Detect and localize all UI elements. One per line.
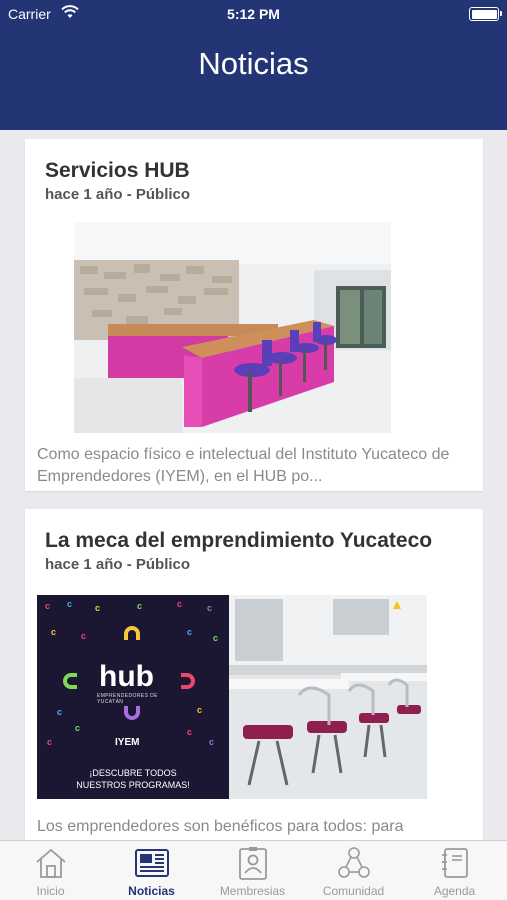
- iyem-logo: IYEM: [115, 737, 140, 748]
- newspaper-icon: [135, 849, 169, 877]
- tab-label: Noticias: [128, 884, 175, 898]
- page-title: Noticias: [198, 46, 309, 81]
- battery-icon: [469, 7, 502, 21]
- svg-text:c: c: [213, 633, 218, 643]
- svg-text:c: c: [187, 627, 192, 637]
- news-title: Servicios HUB: [45, 159, 190, 182]
- svg-text:c: c: [67, 599, 72, 609]
- tab-inicio[interactable]: Inicio: [0, 841, 101, 900]
- news-image[interactable]: cc cc cc cc cc cc cc cc hub EMPRENDEDORE…: [37, 595, 427, 799]
- news-excerpt: Los emprendedores son benéficos para tod…: [37, 818, 404, 835]
- hub-logo-subtitle: EMPRENDEDORES DE YUCATÁN: [97, 693, 158, 705]
- status-bar: Carrier 5:12 PM: [0, 0, 507, 28]
- nav-bar: Noticias: [0, 28, 507, 130]
- news-title: La meca del emprendimiento Yucateco: [45, 529, 433, 552]
- svg-text:c: c: [51, 627, 56, 637]
- community-icon: [338, 847, 370, 878]
- svg-text:c: c: [177, 599, 182, 609]
- image-cta-text: ¡DESCUBRE TODOS NUESTROS PROGRAMAS!: [76, 768, 190, 790]
- svg-text:c: c: [207, 603, 212, 613]
- news-meta: hace 1 año - Público: [45, 186, 191, 203]
- tab-noticias[interactable]: Noticias: [101, 841, 202, 900]
- tab-label: Membresias: [219, 884, 286, 898]
- svg-text:c: c: [95, 603, 100, 613]
- notebook-icon: [442, 848, 468, 878]
- hub-logo: hub: [99, 660, 154, 693]
- svg-text:c: c: [209, 737, 214, 747]
- news-feed[interactable]: Servicios HUB hace 1 año - Público Como …: [0, 130, 507, 840]
- news-card[interactable]: La meca del emprendimiento Yucateco hace…: [25, 509, 483, 840]
- svg-text:c: c: [45, 601, 50, 611]
- tab-label: Comunidad: [322, 884, 385, 898]
- tab-label: Agenda: [433, 884, 476, 898]
- tab-comunidad[interactable]: Comunidad: [303, 841, 404, 900]
- tab-bar: Inicio Noticias Membresias Comunidad Age…: [0, 840, 507, 900]
- news-meta: hace 1 año - Público: [45, 556, 191, 573]
- svg-text:c: c: [47, 737, 52, 747]
- clock: 5:12 PM: [227, 6, 280, 22]
- badge-icon: [239, 847, 267, 880]
- svg-text:c: c: [137, 601, 142, 611]
- tab-agenda[interactable]: Agenda: [404, 841, 505, 900]
- news-image[interactable]: [74, 222, 391, 433]
- news-card[interactable]: Servicios HUB hace 1 año - Público Como …: [25, 139, 483, 491]
- svg-text:c: c: [187, 727, 192, 737]
- svg-text:c: c: [75, 723, 80, 733]
- svg-text:c: c: [57, 707, 62, 717]
- tab-membresias[interactable]: Membresias: [202, 841, 303, 900]
- home-icon: [36, 848, 66, 878]
- news-excerpt: Como espacio físico e intelectual del In…: [37, 446, 450, 485]
- svg-text:c: c: [197, 705, 202, 715]
- tab-label: Inicio: [36, 884, 65, 898]
- svg-text:c: c: [81, 631, 86, 641]
